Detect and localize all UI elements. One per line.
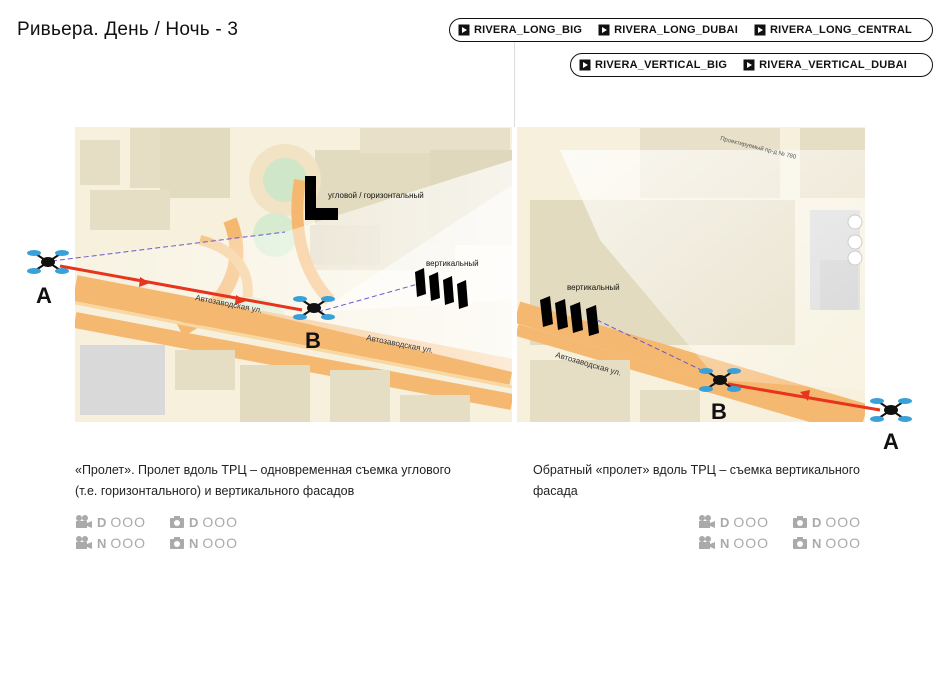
photo-camera-icon bbox=[793, 537, 807, 549]
stat-photo-night-right: N OOO bbox=[792, 535, 861, 551]
video-camera-icon bbox=[699, 536, 715, 549]
label-vertical-facade-left: вертикальный bbox=[426, 259, 479, 268]
stat-photo-day-left: D OOO bbox=[169, 514, 238, 530]
photo-camera-icon bbox=[793, 516, 807, 528]
caption-left: «Пролет». Пролет вдоль ТРЦ – одновременн… bbox=[75, 463, 451, 498]
map-right bbox=[517, 127, 865, 422]
stat-photo-night-left: N OOO bbox=[169, 535, 238, 551]
point-a-right: A bbox=[883, 429, 899, 454]
point-a-left: A bbox=[36, 283, 52, 308]
label-angular-facade: угловой / горизонтальный bbox=[328, 191, 424, 200]
photo-camera-icon bbox=[170, 537, 184, 549]
stat-video-night-left: N OOO bbox=[75, 535, 146, 551]
label-vertical-facade-right: вертикальный bbox=[567, 283, 620, 292]
video-camera-icon bbox=[76, 536, 92, 549]
point-b-right: B bbox=[711, 399, 727, 424]
stat-video-day-right: D OOO bbox=[698, 514, 769, 530]
video-camera-icon bbox=[76, 515, 92, 528]
photo-camera-icon bbox=[170, 516, 184, 528]
drone-icon bbox=[27, 250, 69, 274]
stat-photo-day-right: D OOO bbox=[792, 514, 861, 530]
stat-video-night-right: N OOO bbox=[698, 535, 769, 551]
point-b-left: B bbox=[305, 328, 321, 353]
stat-video-day-left: D OOO bbox=[75, 514, 146, 530]
caption-right: Обратный «пролет» вдоль ТРЦ – съемка вер… bbox=[533, 463, 860, 498]
flight-diagram: угловой / горизонтальный вертикальный Ав… bbox=[27, 127, 912, 454]
video-camera-icon bbox=[699, 515, 715, 528]
